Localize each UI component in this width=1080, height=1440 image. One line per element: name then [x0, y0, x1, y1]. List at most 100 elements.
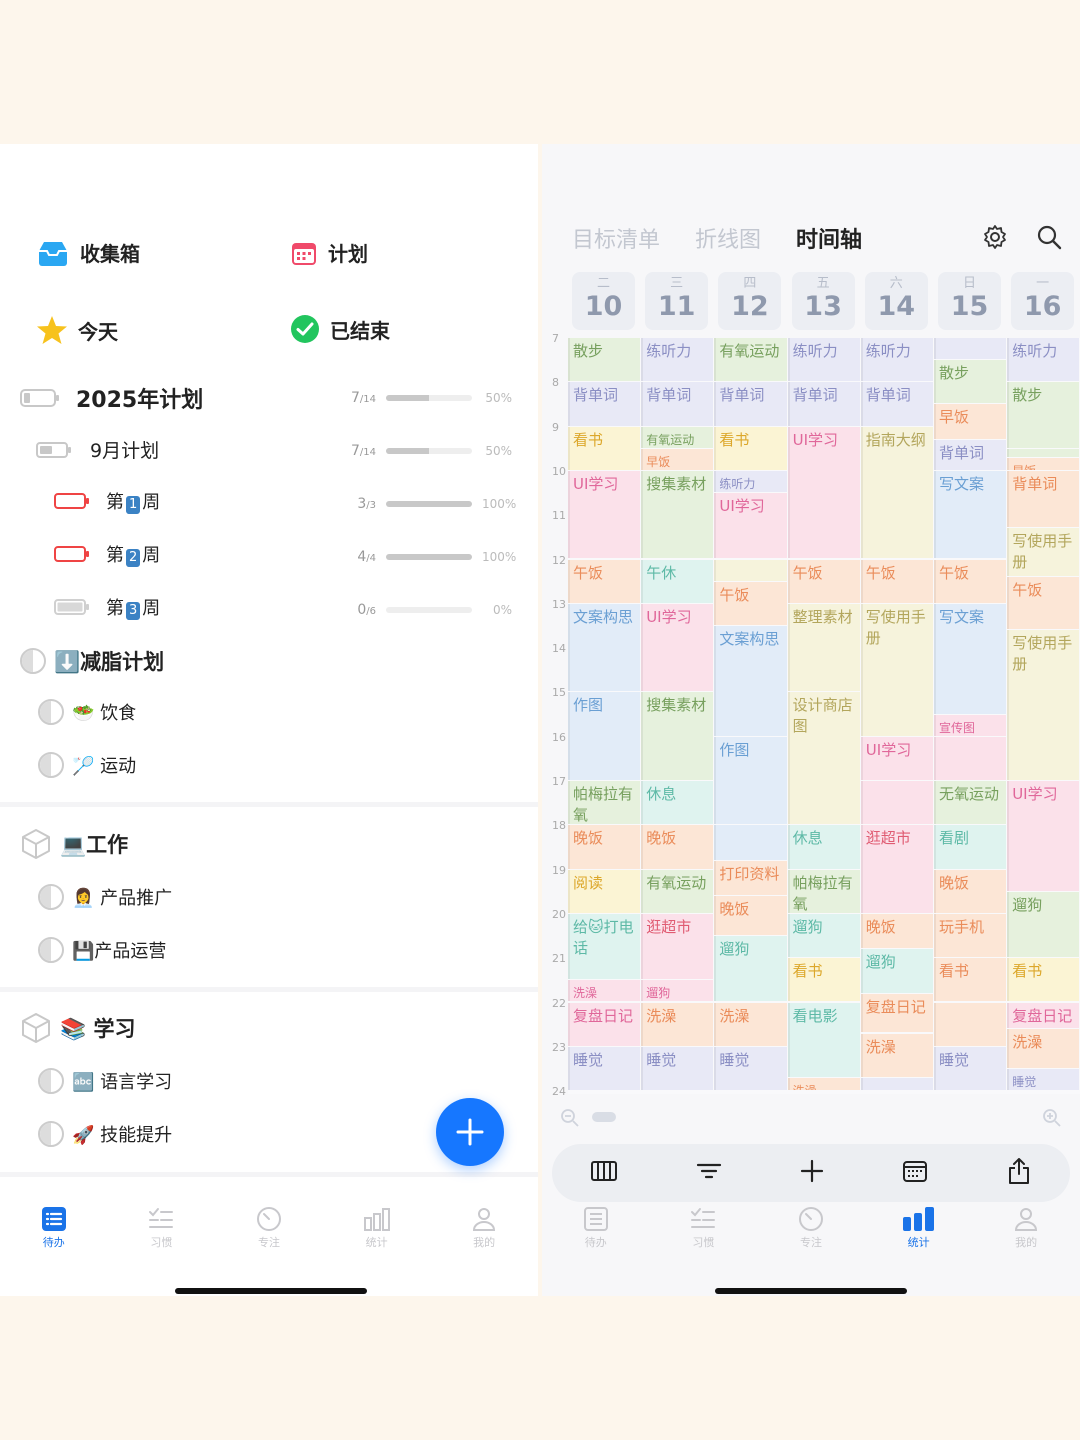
timeline-event[interactable]: 午饭	[787, 559, 860, 603]
timeline-event[interactable]	[714, 825, 787, 860]
timeline-event[interactable]: 背单词	[568, 382, 641, 426]
timeline-event[interactable]: 背单词	[860, 382, 933, 426]
timeline-event[interactable]: 遛狗	[1007, 891, 1080, 958]
timeline-event[interactable]: 散步	[1007, 382, 1080, 448]
timeline-event[interactable]: 宣传图	[934, 714, 1007, 736]
timeline-event[interactable]: 睡觉	[568, 1046, 641, 1091]
timeline-event[interactable]: 看书	[1007, 958, 1080, 1002]
timeline-event[interactable]: 给🐱打电话	[568, 913, 641, 980]
timeline-event[interactable]: UI学习	[860, 736, 933, 780]
timeline-event[interactable]: 帕梅拉有氧	[568, 781, 641, 825]
zoom-in-icon[interactable]	[1042, 1108, 1062, 1132]
timeline-event[interactable]	[714, 559, 787, 581]
timeline-event[interactable]: 设计商店图	[787, 692, 860, 825]
timeline-event[interactable]: 晚饭	[714, 896, 787, 936]
tile-finished[interactable]: 已结束	[290, 314, 390, 344]
timeline-event[interactable]: 看书	[568, 426, 641, 470]
timeline-event[interactable]: 早饭	[934, 404, 1007, 439]
filter-icon[interactable]	[696, 1160, 722, 1186]
timeline-event[interactable]: 洗澡	[641, 1002, 714, 1046]
share-icon[interactable]	[1007, 1157, 1031, 1189]
timeline-event[interactable]: 背单词	[787, 382, 860, 426]
timeline-event[interactable]: 指南大纲	[860, 426, 933, 559]
timeline-event[interactable]: 有氧运动	[641, 426, 714, 448]
list-item-language[interactable]: 🔤 语言学习	[38, 1068, 172, 1094]
timeline-event[interactable]: 写使用手册	[1007, 528, 1080, 577]
timeline-event[interactable]: 晚饭	[641, 825, 714, 869]
timeline-event[interactable]	[934, 1002, 1007, 1046]
list-item-operation[interactable]: 💾产品运营	[38, 937, 166, 963]
timeline-event[interactable]: 有氧运动	[714, 338, 787, 382]
timeline-event[interactable]: 看书	[934, 958, 1007, 1002]
timeline-event[interactable]: 早饭	[641, 448, 714, 470]
tab-todo[interactable]: 待办	[0, 1204, 108, 1264]
timeline-event[interactable]: 写使用手册	[1007, 630, 1080, 780]
timeline-event[interactable]: 逛超市	[641, 913, 714, 980]
timeline-event[interactable]: 写使用手册	[860, 603, 933, 736]
search-icon[interactable]	[1036, 224, 1062, 250]
list-item-diet[interactable]: 🥗 饮食	[38, 699, 136, 725]
timeline-event[interactable]: 睡觉	[934, 1046, 1007, 1091]
group-header-fat-loss[interactable]: ⬇️减脂计划	[20, 646, 164, 676]
timeline-event[interactable]: 有氧运动	[641, 869, 714, 913]
timeline-event[interactable]: 打印资料	[714, 860, 787, 896]
gear-icon[interactable]	[982, 224, 1008, 250]
timeline-event[interactable]: 散步	[934, 360, 1007, 404]
tab-focus[interactable]: 专注	[757, 1204, 865, 1264]
zoom-slider-handle[interactable]	[592, 1112, 616, 1122]
timeline-event[interactable]: 午饭	[568, 559, 641, 603]
tab-todo[interactable]: 待办	[542, 1204, 650, 1264]
timeline-event[interactable]: 午饭	[1007, 577, 1080, 630]
day-header-15[interactable]: 日 15	[938, 272, 1001, 330]
list-item-skills[interactable]: 🚀 技能提升	[38, 1121, 172, 1147]
timeline-event[interactable]: 遛狗	[860, 949, 933, 993]
tab-line-chart[interactable]: 折线图	[695, 222, 761, 254]
day-header-14[interactable]: 六 14	[864, 272, 928, 330]
timeline-event[interactable]: 洗澡	[787, 1077, 860, 1091]
timeline-event[interactable]: 午饭	[934, 559, 1007, 603]
group-header-study[interactable]: 📚 学习	[20, 1012, 135, 1044]
timeline-event[interactable]: 复盘日记	[860, 993, 933, 1033]
timeline-event[interactable]: UI学习	[641, 603, 714, 692]
list-item-exercise[interactable]: 🏸 运动	[38, 752, 136, 778]
list-item-promotion[interactable]: 👩‍💼 产品推广	[38, 884, 172, 910]
timeline-event[interactable]: 遛狗	[714, 936, 787, 1002]
timeline-event[interactable]: 练听力	[1007, 338, 1080, 382]
timeline-event[interactable]: 睡觉	[1007, 1068, 1080, 1091]
calendar-icon[interactable]	[902, 1159, 928, 1187]
timeline-event[interactable]: 散步	[568, 338, 641, 382]
columns-icon[interactable]	[591, 1160, 618, 1186]
plan-row-week1[interactable]: 第1周	[54, 488, 160, 514]
add-icon[interactable]	[800, 1159, 824, 1187]
timeline-event[interactable]: 洗澡	[860, 1033, 933, 1077]
day-header-16[interactable]: 一 16	[1011, 272, 1075, 330]
timeline-event[interactable]: 复盘日记	[1007, 1002, 1080, 1029]
timeline-event[interactable]: 背单词	[641, 382, 714, 426]
tab-stats[interactable]: 统计	[323, 1204, 431, 1264]
day-header-13[interactable]: 五 13	[791, 272, 855, 330]
tab-timeline[interactable]: 时间轴	[796, 222, 862, 254]
timeline-event[interactable]: 背单词	[714, 382, 787, 426]
timeline-event[interactable]: 作图	[568, 692, 641, 780]
timeline-event[interactable]: 阅读	[568, 869, 641, 913]
timeline-event[interactable]: 逛超市	[860, 825, 933, 913]
timeline-event[interactable]: 看剧	[934, 825, 1007, 869]
timeline-event[interactable]: 练听力	[641, 338, 714, 382]
timeline-event[interactable]: 晚饭	[934, 869, 1007, 913]
timeline-event[interactable]: 作图	[714, 736, 787, 825]
timeline-event[interactable]: 文案构思	[568, 603, 641, 692]
add-task-button[interactable]	[436, 1098, 504, 1166]
timeline-event[interactable]	[860, 1077, 933, 1091]
timeline-event[interactable]	[1007, 448, 1080, 457]
tile-inbox[interactable]: 收集箱	[36, 238, 140, 267]
timeline-event[interactable]: 背单词	[1007, 470, 1080, 528]
timeline-event[interactable]: 午饭	[714, 581, 787, 625]
timeline-event[interactable]: 背单词	[934, 439, 1007, 470]
timeline-event[interactable]: 文案构思	[714, 625, 787, 736]
timeline-event[interactable]: 写文案	[934, 603, 1007, 714]
timeline-event[interactable]: 练听力	[787, 338, 860, 382]
timeline-event[interactable]: 复盘日记	[568, 1002, 641, 1046]
timeline-event[interactable]: UI学习	[787, 426, 860, 559]
timeline-event[interactable]: 休息	[641, 781, 714, 825]
tab-stats[interactable]: 统计	[865, 1204, 973, 1264]
